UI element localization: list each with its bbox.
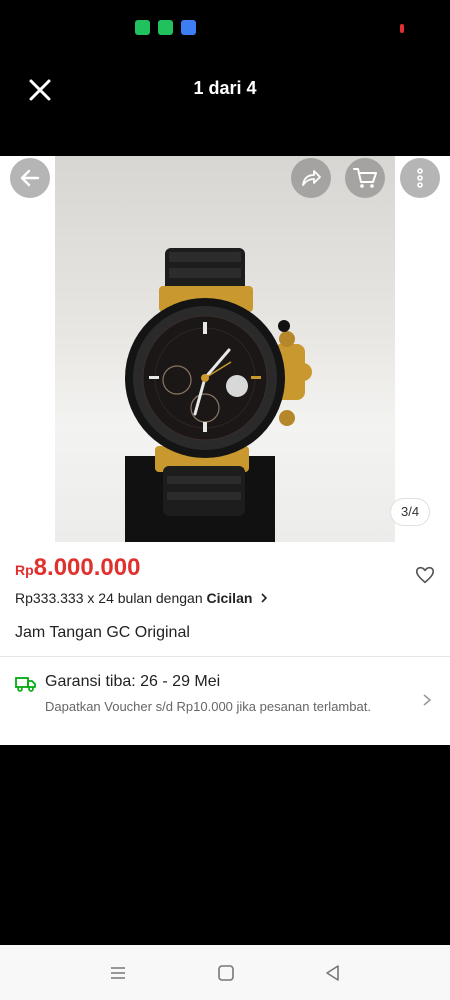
heart-icon: [415, 566, 435, 584]
more-options-button[interactable]: [400, 158, 440, 198]
cart-icon: [353, 168, 377, 188]
installment-text: Rp333.333 x 24 bulan dengan: [15, 590, 207, 606]
more-vertical-icon: [417, 168, 423, 188]
product-title: Jam Tangan GC Original: [15, 624, 190, 641]
product-info: Rp8.000.000 Rp333.333 x 24 bulan dengan …: [0, 542, 450, 745]
shipping-guarantee-row[interactable]: Garansi tiba: 26 - 29 Mei Dapatkan Vouch…: [0, 657, 450, 745]
arrow-left-icon: [20, 169, 40, 187]
installment-link[interactable]: Rp333.333 x 24 bulan dengan Cicilan: [15, 590, 269, 606]
cart-button[interactable]: [345, 158, 385, 198]
image-counter: 3/4: [390, 498, 431, 526]
empty-area: [0, 745, 450, 945]
installment-label: Cicilan: [206, 590, 253, 606]
share-button[interactable]: [291, 158, 331, 198]
menu-icon: [111, 967, 125, 979]
home-button[interactable]: [216, 963, 236, 983]
chevron-right-icon: [261, 593, 268, 603]
shipping-title: Garansi tiba: 26 - 29 Mei: [45, 673, 221, 690]
recent-apps-button[interactable]: [108, 963, 128, 983]
triangle-back-icon: [326, 965, 339, 981]
status-bar: [0, 0, 450, 56]
chevron-right-icon: [423, 694, 432, 706]
notification-icons: [135, 20, 196, 35]
price-currency: Rp: [15, 562, 34, 578]
watch-image: [125, 248, 312, 542]
square-icon: [218, 965, 234, 981]
app-notification-icon: [135, 20, 150, 35]
back-button[interactable]: [10, 158, 50, 198]
wishlist-button[interactable]: [414, 564, 436, 586]
product-image[interactable]: [55, 156, 395, 542]
share-icon: [302, 170, 321, 186]
page-counter: 1 dari 4: [193, 78, 257, 98]
system-back-button[interactable]: [323, 963, 343, 983]
truck-icon: [15, 677, 36, 692]
product-gallery[interactable]: 3/4: [0, 156, 450, 542]
product-price: Rp8.000.000: [15, 554, 140, 582]
system-nav-bar: [0, 945, 450, 1000]
shipping-note: Dapatkan Voucher s/d Rp10.000 jika pesan…: [45, 699, 371, 714]
app-notification-icon: [158, 20, 173, 35]
viewer-header: 1 dari 4: [0, 56, 450, 156]
price-value: 8.000.000: [33, 554, 141, 581]
app-notification-icon: [181, 20, 196, 35]
battery-icon: [400, 24, 404, 33]
